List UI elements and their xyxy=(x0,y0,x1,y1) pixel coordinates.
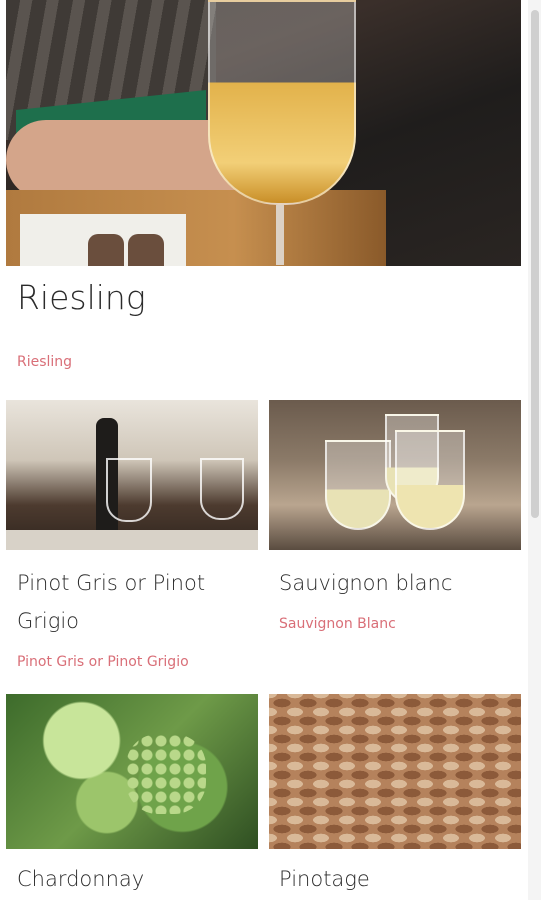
post-image-pinot-gris[interactable] xyxy=(6,400,258,550)
image-detail xyxy=(276,205,284,265)
post-title-riesling[interactable]: Riesling xyxy=(17,278,146,317)
post-image-sauvignon-blanc[interactable] xyxy=(269,400,521,550)
post-image-chardonnay[interactable] xyxy=(6,694,258,849)
image-detail xyxy=(126,734,206,814)
post-image-pinotage[interactable] xyxy=(269,694,521,849)
image-detail xyxy=(325,440,391,530)
image-detail xyxy=(395,430,465,530)
image-detail xyxy=(128,234,164,266)
post-grid: Riesling Riesling Pinot Gris or Pinot Gr… xyxy=(0,0,528,900)
image-detail xyxy=(106,458,152,522)
post-title-pinotage[interactable]: Pinotage xyxy=(279,860,370,898)
post-title-sauvignon-blanc[interactable]: Sauvignon blanc xyxy=(279,564,452,602)
post-category-link[interactable]: Sauvignon Blanc xyxy=(279,616,396,632)
featured-post-image[interactable] xyxy=(6,0,521,266)
vertical-scrollbar[interactable] xyxy=(528,0,541,900)
post-category-link[interactable]: Riesling xyxy=(17,354,72,370)
wine-glass-graphic xyxy=(208,0,356,205)
image-detail xyxy=(88,234,124,266)
image-detail xyxy=(200,458,244,520)
post-title-pinot-gris[interactable]: Pinot Gris or Pinot Grigio xyxy=(17,564,247,640)
image-detail xyxy=(6,530,258,550)
scrollbar-thumb[interactable] xyxy=(531,10,539,518)
post-category-link[interactable]: Pinot Gris or Pinot Grigio xyxy=(17,654,189,670)
post-title-chardonnay[interactable]: Chardonnay xyxy=(17,860,144,898)
